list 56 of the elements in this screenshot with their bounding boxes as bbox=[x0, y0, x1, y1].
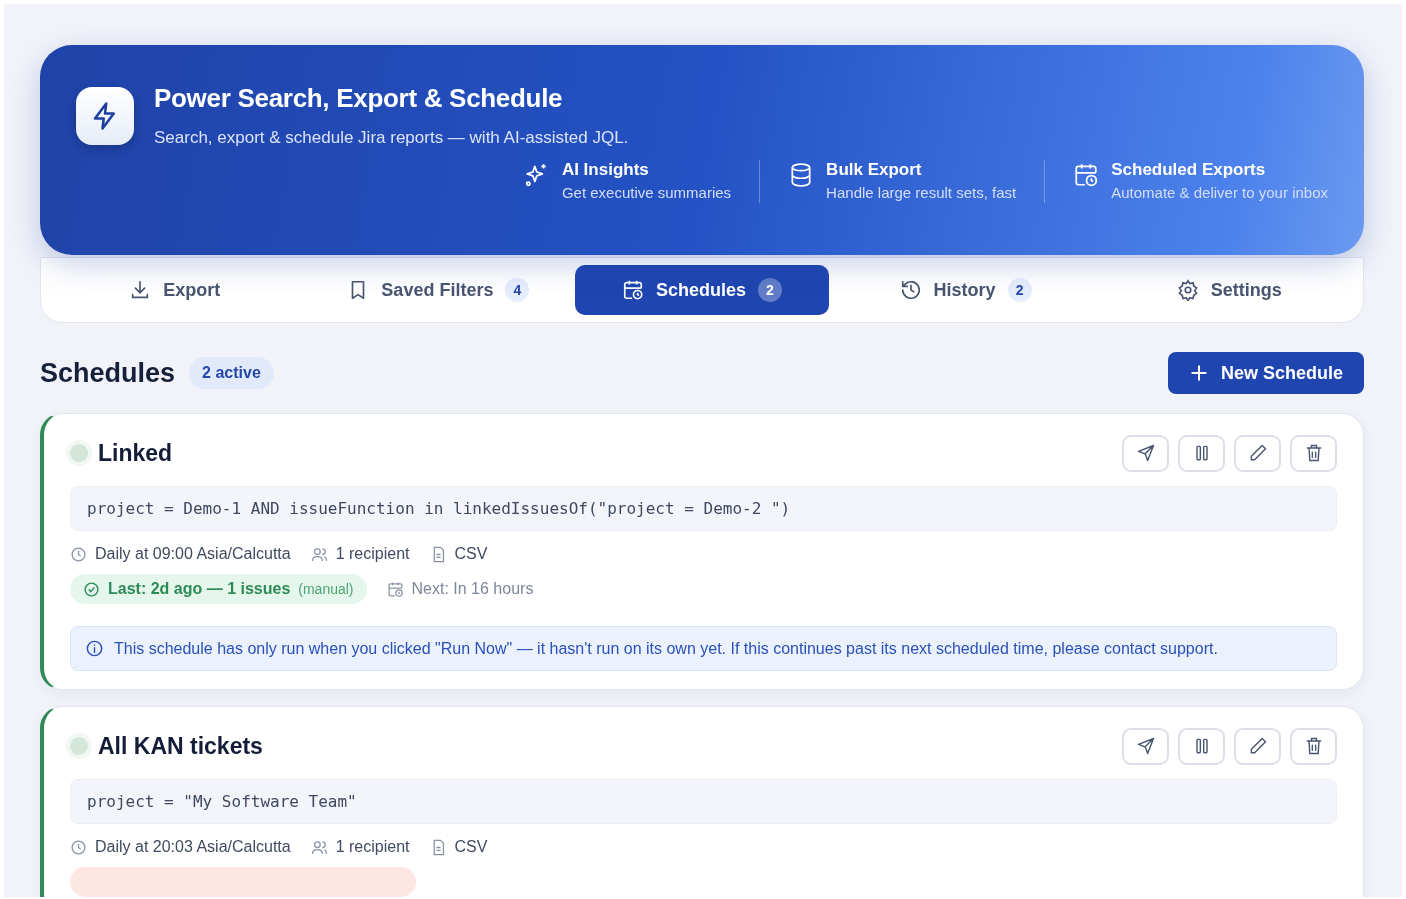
feature-description: Automate & deliver to your inbox bbox=[1111, 184, 1328, 201]
feature-title: AI Insights bbox=[561, 160, 650, 180]
app-title: Power Search, Export & Schedule bbox=[154, 83, 564, 114]
export-format: CSV bbox=[454, 545, 488, 563]
feature-description: Get executive summaries bbox=[561, 184, 732, 201]
edit-button[interactable] bbox=[1234, 727, 1281, 765]
query-code: project = "My Software Team" bbox=[70, 779, 1337, 824]
calendar-clock-icon bbox=[621, 279, 644, 301]
plus-icon bbox=[1188, 363, 1209, 383]
count-badge: 2 bbox=[1007, 278, 1032, 302]
tab[interactable]: Export bbox=[48, 265, 302, 315]
schedule-frequency: Daily at 09:00 Asia/Calcutta bbox=[95, 545, 291, 563]
feature-description: Handle large result sets, fast bbox=[826, 184, 1017, 201]
calendar-clock-icon bbox=[386, 580, 404, 598]
export-format: CSV bbox=[454, 838, 488, 856]
calendar-clock-icon bbox=[1073, 162, 1100, 188]
pause-button[interactable] bbox=[1178, 434, 1225, 472]
feature-title: Bulk Export bbox=[826, 160, 923, 180]
recipient-count: 1 recipient bbox=[335, 545, 410, 563]
clock-icon bbox=[70, 545, 87, 563]
send-button[interactable] bbox=[1122, 727, 1169, 765]
settings-icon bbox=[1176, 279, 1199, 301]
info-icon bbox=[85, 639, 104, 658]
active-count-badge: 2 active bbox=[189, 357, 274, 389]
users-icon bbox=[310, 838, 328, 856]
recipient-count: 1 recipient bbox=[335, 838, 410, 856]
clock-icon bbox=[70, 838, 87, 856]
lightning-logo-icon bbox=[76, 87, 134, 145]
tab[interactable]: History 2 bbox=[838, 265, 1093, 315]
tab[interactable]: Settings bbox=[1102, 265, 1356, 315]
edit-button[interactable] bbox=[1234, 434, 1281, 472]
query-code: project = Demo-1 AND issueFunction in linkedIssuesOf("project = Demo-2 ") bbox=[70, 486, 1337, 531]
schedule-frequency: Daily at 20:03 Asia/Calcutta bbox=[95, 838, 291, 856]
history-icon bbox=[899, 279, 922, 301]
new-schedule-button[interactable]: New Schedule bbox=[1167, 352, 1364, 394]
count-badge: 2 bbox=[758, 278, 782, 302]
feature-title: Scheduled Exports bbox=[1111, 160, 1267, 180]
send-icon bbox=[1135, 443, 1156, 463]
schedule-name: All KAN tickets bbox=[98, 732, 263, 760]
run-note: (manual) bbox=[298, 581, 354, 597]
pause-button[interactable] bbox=[1178, 727, 1225, 765]
schedule-name: Linked bbox=[98, 439, 173, 467]
last-run-text: Last: 2d ago — 1 issues bbox=[108, 580, 291, 598]
check-circle-icon bbox=[83, 580, 100, 598]
section-title: Schedules bbox=[40, 357, 176, 389]
next-run: Next: In 16 hours bbox=[411, 580, 534, 598]
delete-button[interactable] bbox=[1290, 727, 1337, 765]
delete-button[interactable] bbox=[1290, 434, 1337, 472]
send-button[interactable] bbox=[1122, 434, 1169, 472]
send-icon bbox=[1135, 736, 1156, 756]
tab[interactable]: Saved Filters 4 bbox=[311, 265, 566, 315]
count-badge: 4 bbox=[505, 278, 530, 302]
tab[interactable]: Schedules 2 bbox=[575, 265, 829, 315]
notice-text: This schedule has only run when you clicked "Run Now" — it hasn't run on its own yet. If this continues past its next scheduled time, please contact support. bbox=[114, 639, 1218, 658]
app-subtitle: Search, export & schedule Jira reports — with AI-assisted JQL. bbox=[154, 128, 629, 148]
users-icon bbox=[310, 545, 328, 563]
